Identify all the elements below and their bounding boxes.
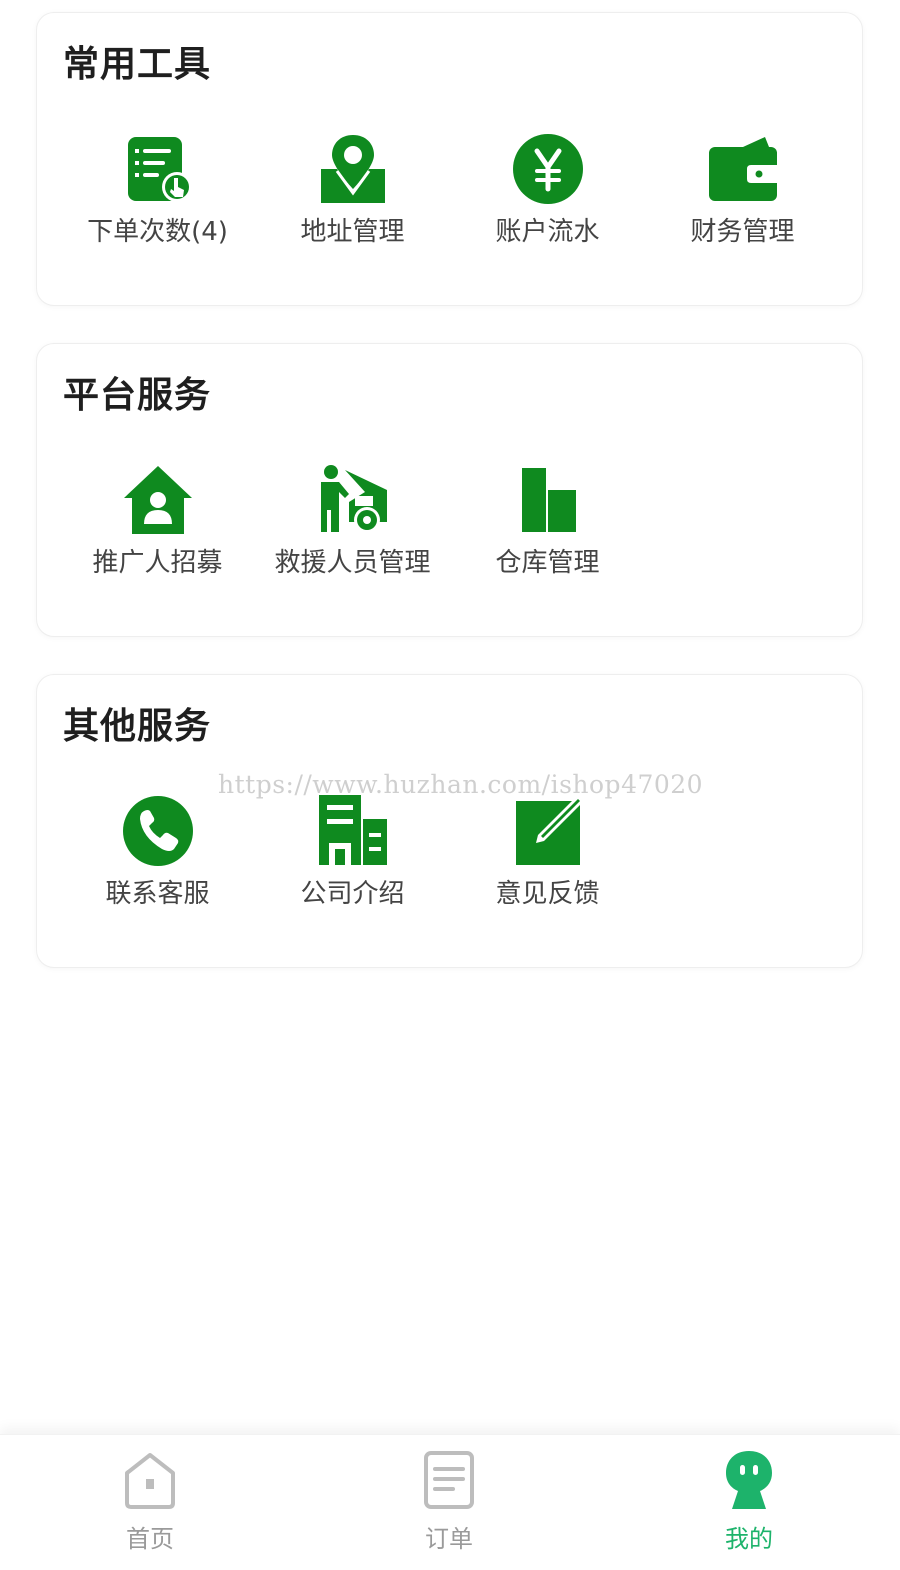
- section-card-common-tools: 常用工具 下单次数(4) 地址管理 账户流水 财务管理: [36, 12, 863, 306]
- tab-orders[interactable]: 订单: [369, 1449, 529, 1565]
- menu-item-finance[interactable]: 财务管理: [645, 131, 840, 251]
- profile-icon: [720, 1449, 778, 1511]
- section-grid: 联系客服 公司介绍 意见反馈: [37, 793, 862, 913]
- section-grid: 下单次数(4) 地址管理 账户流水 财务管理: [37, 131, 862, 251]
- menu-item-account-flow[interactable]: 账户流水: [450, 131, 645, 251]
- menu-item-label: 公司介绍: [300, 879, 405, 909]
- menu-item-label: 账户流水: [495, 217, 600, 247]
- section-title: 常用工具: [63, 44, 212, 85]
- menu-item-feedback[interactable]: 意见反馈: [450, 793, 645, 913]
- tab-home[interactable]: 首页: [70, 1449, 230, 1565]
- wallet-icon: [705, 131, 781, 207]
- location-pin-icon: [315, 131, 391, 207]
- edit-note-icon: [510, 793, 586, 869]
- tab-label: 首页: [126, 1525, 174, 1553]
- home-icon: [121, 1449, 179, 1511]
- menu-item-address[interactable]: 地址管理: [255, 131, 450, 251]
- phone-icon: [120, 793, 196, 869]
- menu-item-promoter-recruit[interactable]: 推广人招募: [60, 462, 255, 582]
- building-icon: [315, 793, 391, 869]
- watermark-text: https://www.huzhan.com/ishop47020: [218, 770, 704, 799]
- section-title: 其他服务: [63, 706, 212, 747]
- section-card-platform-services: 平台服务 推广人招募 救援人员管理 仓库管理: [36, 343, 863, 637]
- menu-item-company-intro[interactable]: 公司介绍: [255, 793, 450, 913]
- menu-item-label: 推广人招募: [92, 548, 223, 578]
- menu-item-label: 仓库管理: [495, 548, 600, 578]
- bottom-tab-bar: 首页 订单 我的: [0, 1434, 900, 1570]
- menu-item-label: 救援人员管理: [274, 548, 431, 578]
- order-doc-icon: [420, 1449, 478, 1511]
- menu-item-label: 意见反馈: [495, 879, 600, 909]
- menu-item-label: 财务管理: [690, 217, 795, 247]
- house-user-icon: [120, 462, 196, 538]
- menu-item-label: 地址管理: [300, 217, 405, 247]
- menu-item-rescue-staff[interactable]: 救援人员管理: [255, 462, 450, 582]
- menu-item-warehouse[interactable]: 仓库管理: [450, 462, 645, 582]
- warehouse-icon: [510, 462, 586, 538]
- section-title: 平台服务: [63, 375, 212, 416]
- mechanic-car-icon: [315, 462, 391, 538]
- menu-item-label: 下单次数(4): [87, 217, 228, 247]
- order-list-icon: [120, 131, 196, 207]
- tab-label: 订单: [425, 1525, 473, 1553]
- tab-profile[interactable]: 我的: [669, 1449, 829, 1565]
- yen-coin-icon: [510, 131, 586, 207]
- section-card-other-services: 其他服务 联系客服 公司介绍 意见反馈: [36, 674, 863, 968]
- section-grid: 推广人招募 救援人员管理 仓库管理: [37, 462, 862, 582]
- menu-item-label: 联系客服: [105, 879, 210, 909]
- tab-label: 我的: [725, 1525, 773, 1553]
- menu-item-contact-service[interactable]: 联系客服: [60, 793, 255, 913]
- menu-item-order-count[interactable]: 下单次数(4): [60, 131, 255, 251]
